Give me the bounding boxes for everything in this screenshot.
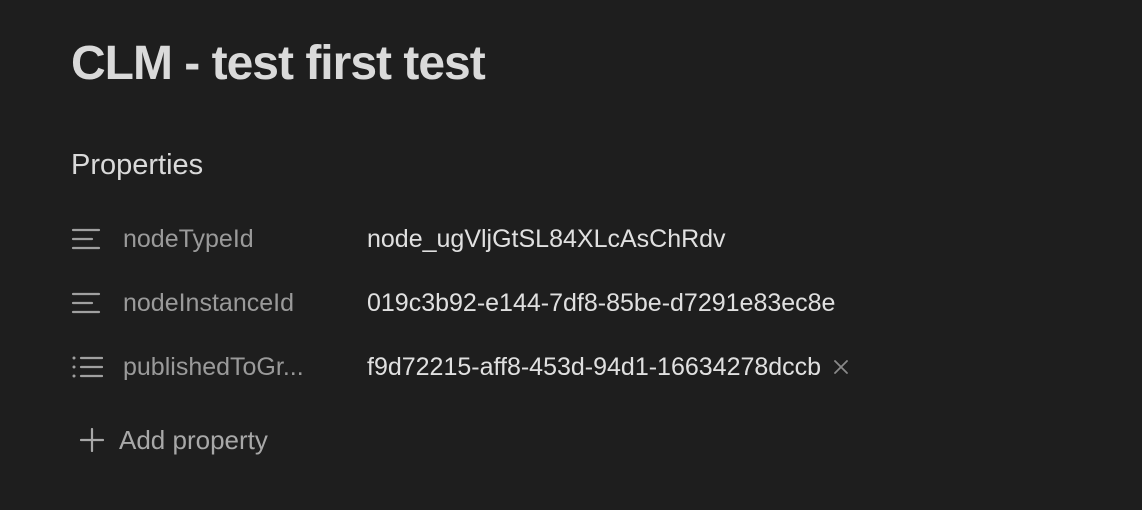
property-row-nodetypeid[interactable]: nodeTypeId node_ugVljGtSL84XLcAsChRdv — [71, 214, 971, 264]
close-icon[interactable] — [831, 357, 851, 377]
text-lines-icon[interactable] — [71, 224, 105, 254]
property-value-text[interactable]: node_ugVljGtSL84XLcAsChRdv — [367, 225, 726, 254]
property-key[interactable]: nodeTypeId — [123, 225, 335, 254]
properties-heading: Properties — [71, 149, 204, 181]
property-row-publishedtogroup[interactable]: publishedToGr... f9d72215-aff8-453d-94d1… — [71, 342, 971, 392]
property-key[interactable]: nodeInstanceId — [123, 289, 335, 318]
property-row-nodeinstanceid[interactable]: nodeInstanceId 019c3b92-e144-7df8-85be-d… — [71, 278, 971, 328]
property-value[interactable]: node_ugVljGtSL84XLcAsChRdv — [367, 225, 726, 254]
property-value-list[interactable]: f9d72215-aff8-453d-94d1-16634278dccb — [367, 353, 851, 382]
property-key[interactable]: publishedToGr... — [123, 353, 335, 382]
list-pill-text[interactable]: f9d72215-aff8-453d-94d1-16634278dccb — [367, 353, 821, 382]
note-view: CLM - test first test Properties nodeTyp… — [71, 0, 1142, 510]
list-icon[interactable] — [71, 352, 105, 382]
property-value[interactable]: 019c3b92-e144-7df8-85be-d7291e83ec8e — [367, 289, 835, 318]
text-lines-icon[interactable] — [71, 288, 105, 318]
add-property-button[interactable]: Add property — [79, 418, 268, 462]
note-title[interactable]: CLM - test first test — [71, 36, 486, 91]
plus-icon — [79, 427, 105, 453]
property-value-text[interactable]: 019c3b92-e144-7df8-85be-d7291e83ec8e — [367, 289, 835, 318]
add-property-label: Add property — [119, 424, 268, 455]
